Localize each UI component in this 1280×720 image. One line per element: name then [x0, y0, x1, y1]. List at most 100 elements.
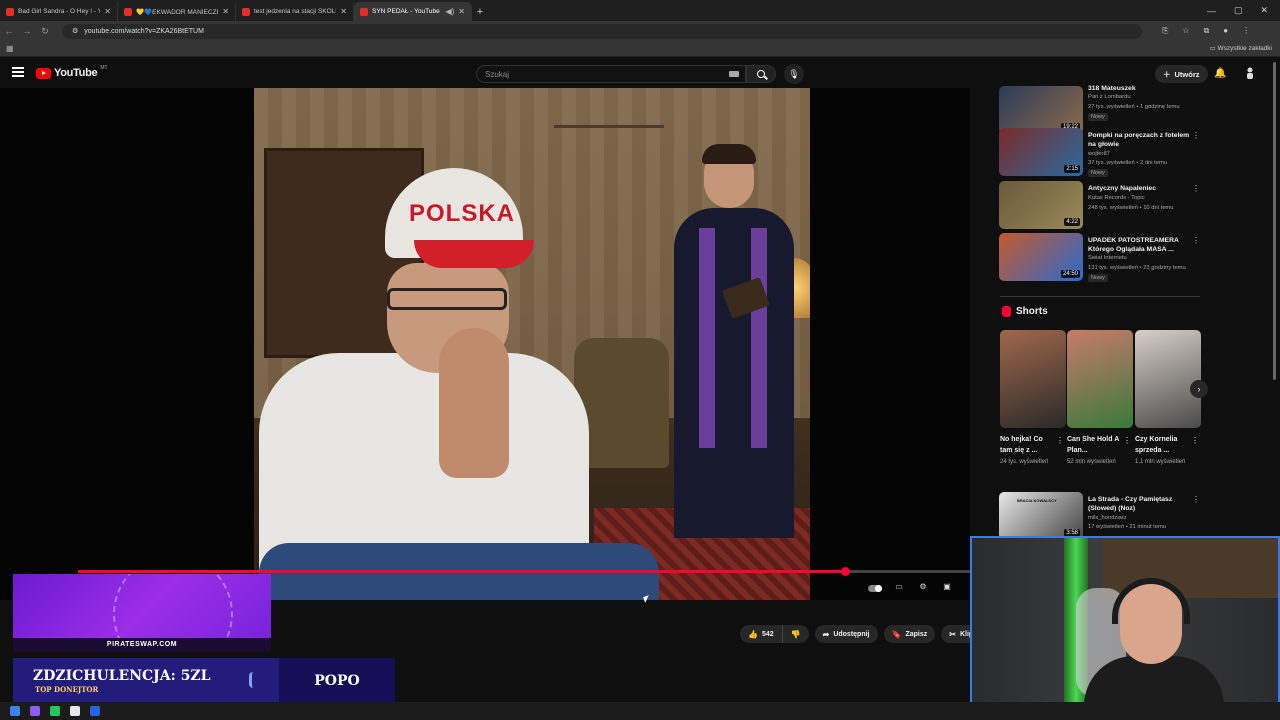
like-button[interactable]: 👍 542 [740, 625, 783, 643]
back-icon[interactable]: ← [0, 26, 18, 36]
subtitles-icon[interactable]: ▭ [892, 580, 906, 592]
forward-icon[interactable]: → [18, 26, 36, 36]
recommendation-item[interactable]: 4:22 Antyczny Napaleniec Kutas Records -… [998, 181, 1202, 231]
praying-hands [439, 328, 509, 478]
channel-name[interactable]: Świat Internetu [1088, 255, 1127, 261]
obs-icon[interactable] [70, 706, 80, 716]
search-button[interactable] [746, 65, 776, 83]
more-options-icon[interactable]: ⋮ [1192, 495, 1200, 504]
new-tab-button[interactable]: + [472, 2, 488, 21]
video-title[interactable]: La Strada - Czy Pamiętasz (Slowed) (Noz) [1088, 495, 1192, 513]
search-icon [757, 70, 765, 78]
short-title[interactable]: No hejka! Co tam się z ... [1000, 434, 1056, 456]
promo-site: PIRATESWAP.COM [13, 638, 271, 652]
extensions-icon[interactable]: ⧉ [1204, 26, 1210, 36]
video-title[interactable]: Pompki na poręczach z fotelem na głowie [1088, 131, 1192, 149]
steam-icon[interactable] [90, 706, 100, 716]
tab-title: SYN PEDAŁ - YouTube [372, 8, 440, 15]
video-thumbnail[interactable]: BRACIA KOWALSCY 3:58 [999, 492, 1083, 540]
browser-tab-active[interactable]: SYN PEDAŁ - YouTube ◀) ✕ [354, 2, 472, 21]
miniplayer-icon[interactable]: ▣ [940, 580, 954, 592]
channel-name[interactable]: wojfer87 [1088, 151, 1110, 157]
audio-icon[interactable]: ◀) [445, 7, 454, 16]
browser-menu-icon[interactable]: ⋮ [1242, 26, 1250, 36]
save-button[interactable]: 🔖 Zapisz [883, 625, 936, 643]
install-icon[interactable]: ⎘ [1162, 26, 1168, 36]
more-options-icon[interactable]: ⋮ [1056, 436, 1064, 445]
hamburger-menu-icon[interactable] [12, 67, 24, 77]
apps-grid-icon[interactable]: ▦ [6, 44, 14, 53]
close-tab-icon[interactable]: ✕ [458, 7, 465, 16]
bookmark-star-icon[interactable]: ☆ [1182, 26, 1189, 36]
video-title[interactable]: UPADEK PATOSTREAMERA Którego Oglądała MA… [1088, 236, 1192, 254]
close-tab-icon[interactable]: ✕ [340, 7, 347, 16]
video-title[interactable]: Antyczny Napaleniec [1088, 184, 1192, 193]
recommendation-item[interactable]: 2:15 Pompki na poręczach z fotelem na gł… [998, 128, 1202, 178]
donation-widget: ZDZICHULENCJA: 5ZL TOP DONEJTOR POPO [13, 658, 395, 704]
voice-search-button[interactable]: 🎙 [784, 64, 804, 84]
search-input[interactable]: Szukaj [476, 65, 746, 83]
maximize-icon[interactable]: ▢ [1234, 5, 1243, 16]
video-thumbnail[interactable]: 2:15 [999, 128, 1083, 176]
video-thumbnail[interactable]: 4:22 [999, 181, 1083, 229]
autoplay-toggle[interactable] [868, 580, 882, 592]
url-field[interactable]: ⚙ youtube.com/watch?v=ZKA26BtETUM [62, 23, 1142, 39]
new-badge: Nowy [1088, 274, 1108, 282]
short-thumbnail[interactable] [1135, 330, 1201, 428]
more-options-icon[interactable]: ⋮ [1192, 184, 1200, 193]
minimize-icon[interactable]: — [1207, 6, 1216, 16]
short-thumbnail[interactable] [1000, 330, 1066, 428]
settings-gear-icon[interactable]: ⚙ [916, 580, 930, 592]
plus-icon: ＋ [1163, 69, 1171, 79]
short-title[interactable]: Czy Kornelia sprzeda ... [1135, 434, 1191, 456]
browser-tab[interactable]: 💛💙EKWADOR MANIECZKI ✕ [118, 2, 236, 21]
short-item[interactable]: No hejka! Co tam się z ... 24 tys. wyświ… [1000, 330, 1066, 467]
page-scrollbar[interactable] [1273, 62, 1276, 380]
recommendation-item[interactable]: BRACIA KOWALSCY 3:58 La Strada - Czy Pam… [998, 492, 1202, 542]
share-label: Udostępnij [833, 630, 870, 638]
short-title[interactable]: Can She Hold A Plan... [1067, 434, 1123, 456]
close-window-icon[interactable]: ✕ [1260, 5, 1268, 16]
video-thumbnail[interactable]: 24:50 [999, 233, 1083, 281]
video-thumbnail[interactable]: 19:22 [999, 86, 1083, 134]
close-tab-icon[interactable]: ✕ [104, 7, 111, 16]
shorts-next-button[interactable]: › [1190, 380, 1208, 398]
video-frame[interactable]: POLSKA [254, 88, 810, 600]
start-icon[interactable] [10, 706, 20, 716]
more-options-icon[interactable]: ⋮ [1192, 236, 1200, 245]
create-button[interactable]: ＋ Utwórz [1155, 65, 1208, 83]
short-thumbnail[interactable] [1067, 330, 1133, 428]
browser-tab[interactable]: test jedzenia na stacji SKOLIM ✕ [236, 2, 354, 21]
all-bookmarks-button[interactable]: ▭ Wszystkie zakładki [1210, 44, 1273, 52]
video-player[interactable]: POLSKA [0, 88, 970, 600]
channel-name[interactable]: milx_hondziarz [1088, 515, 1127, 521]
thumbnail-text: BRACIA KOWALSCY [1017, 498, 1057, 503]
video-meta: 37 tys. wyświetleń • 2 dni temu [1088, 160, 1168, 166]
short-item[interactable]: Czy Kornelia sprzeda ... 1,1 mln wyświet… [1135, 330, 1201, 467]
donor-name: POPO [279, 658, 395, 704]
video-title[interactable]: 318 Mateuszek [1088, 84, 1192, 93]
dislike-button[interactable]: 👎 [782, 625, 809, 643]
profile-icon[interactable]: ● [1223, 26, 1228, 36]
chrome-icon[interactable] [50, 706, 60, 716]
channel-name[interactable]: Pan z Lombardu [1088, 94, 1131, 100]
recommendation-item[interactable]: 24:50 UPADEK PATOSTREAMERA Którego Ogląd… [998, 233, 1202, 283]
short-item[interactable]: Can She Hold A Plan... 52 mln wyświetleń… [1067, 330, 1133, 467]
discord-icon[interactable] [30, 706, 40, 716]
notifications-bell-icon[interactable]: 🔔 [1214, 68, 1226, 79]
youtube-logo[interactable]: YouTube MT [36, 65, 108, 79]
more-options-icon[interactable]: ⋮ [1191, 436, 1199, 445]
video-meta: 131 tys. wyświetleń • 23 godziny temu [1088, 265, 1186, 271]
site-info-icon[interactable]: ⚙ [72, 27, 78, 35]
youtube-play-logo-icon [36, 67, 51, 79]
reload-icon[interactable]: ↻ [36, 26, 54, 37]
more-options-icon[interactable]: ⋮ [1123, 436, 1131, 445]
account-avatar[interactable] [1244, 67, 1256, 79]
thumbs-up-icon: 👍 [748, 629, 758, 639]
browser-tab[interactable]: Bad Girl Sandra - O Hey ! - You ✕ [0, 2, 118, 21]
keyboard-icon[interactable] [729, 71, 739, 77]
channel-name[interactable]: Kutas Records - Topic [1088, 195, 1145, 201]
share-button[interactable]: ➦ Udostępnij [814, 625, 878, 643]
close-tab-icon[interactable]: ✕ [222, 7, 229, 16]
more-options-icon[interactable]: ⋮ [1192, 131, 1200, 140]
